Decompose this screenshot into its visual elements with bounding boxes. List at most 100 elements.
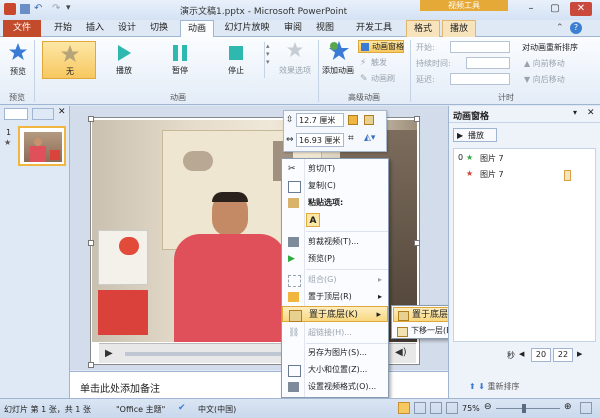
powerpoint-logo-icon[interactable] [4, 3, 16, 15]
slide-sorter-view-icon[interactable] [414, 402, 426, 414]
quick-access-dropdown-icon[interactable]: ▾ [66, 3, 71, 13]
menu-paste-options: 粘贴选项: [282, 195, 388, 211]
notes-pane[interactable]: 单击此处添加备注 [70, 371, 448, 398]
width-field[interactable]: 16.93 厘米 [296, 133, 344, 147]
duration-field[interactable] [466, 57, 510, 69]
zoom-out-icon[interactable]: ⊖ [484, 402, 492, 412]
tab-design[interactable]: 设计 [114, 20, 140, 37]
language-status[interactable]: 中文(中国) [198, 404, 236, 415]
outline-tab[interactable] [32, 108, 54, 120]
redo-icon[interactable]: ↷ [52, 3, 60, 14]
timeline-right-icon[interactable]: ▶ [577, 350, 582, 358]
animation-painter-button[interactable]: ✎ 动画刷 [358, 73, 404, 86]
tab-animations[interactable]: 动画 [180, 20, 214, 38]
resize-handle[interactable] [88, 116, 94, 122]
paste-keep-text-button[interactable]: A [306, 213, 320, 227]
crop-icon[interactable]: ⌗ [348, 133, 354, 144]
tab-developer[interactable]: 开发工具 [352, 20, 396, 37]
resize-handle[interactable] [414, 240, 420, 246]
tab-format[interactable]: 格式 [406, 20, 440, 37]
theme-status: "Office 主题" [116, 405, 166, 414]
effect-pause-button[interactable]: 暂停 [160, 41, 200, 79]
ribbon-minimize-icon[interactable]: ⌃ [556, 23, 566, 33]
add-animation-button[interactable]: 添加动画 [320, 40, 356, 90]
slideshow-view-icon[interactable] [446, 402, 458, 414]
move-earlier-button[interactable]: ▲ 向前移动 [524, 58, 565, 69]
animation-entry[interactable]: ★ 图片 7 [456, 169, 594, 181]
preview-label: 预览 [10, 67, 26, 76]
seconds-label[interactable]: 秒 [507, 350, 515, 361]
reorder-row: ⬆ ⬇ 重新排序 [469, 381, 520, 392]
preview-button[interactable]: 预览 [6, 42, 30, 90]
height-field[interactable]: 12.7 厘米 [296, 113, 344, 127]
menu-copy[interactable]: 复制(C) [282, 178, 388, 194]
menu-hyperlink[interactable]: ⛓ 超链接(H)... [282, 325, 388, 341]
menu-group[interactable]: 组合(G) ▸ [282, 272, 388, 288]
resize-handle[interactable] [88, 240, 94, 246]
resize-handle[interactable] [414, 116, 420, 122]
undo-icon[interactable]: ↶ [34, 3, 42, 14]
effect-stop-button[interactable]: 停止 [216, 41, 256, 79]
format-video-icon [288, 382, 299, 392]
close-panel-icon[interactable]: ✕ [58, 107, 66, 117]
reorder-label: 重新排序 [487, 382, 520, 391]
trigger-star-icon: ★ [466, 153, 474, 162]
menu-size-position[interactable]: 大小和位置(Z)... [282, 362, 388, 378]
slides-tab[interactable] [4, 108, 28, 120]
help-icon[interactable]: ? [570, 22, 582, 34]
tab-home[interactable]: 开始 [50, 20, 76, 37]
reading-view-icon[interactable] [430, 402, 442, 414]
bring-to-front-icon [288, 292, 299, 302]
move-later-button[interactable]: ▼ 向后移动 [524, 74, 565, 85]
minimize-button[interactable]: – [520, 2, 542, 16]
zoom-slider-thumb[interactable] [522, 404, 526, 413]
menu-trim-video[interactable]: 剪裁视频(T)... [282, 234, 388, 250]
menu-preview[interactable]: ▶ 预览(P) [282, 251, 388, 267]
tab-view[interactable]: 视图 [312, 20, 338, 37]
trigger-button[interactable]: ⚡ 触发 [358, 57, 404, 70]
move-up-icon[interactable]: ⬆ [469, 382, 476, 391]
tab-slideshow[interactable]: 幻灯片放映 [222, 20, 272, 37]
menu-send-to-back[interactable]: 置于底层(K) ▸ [282, 306, 388, 322]
send-backward-icon[interactable] [364, 115, 374, 125]
video-play-icon[interactable]: ▶ [105, 348, 113, 359]
normal-view-icon[interactable] [398, 402, 410, 414]
save-icon[interactable] [20, 4, 30, 14]
menu-save-as-picture[interactable]: 另存为图片(S)... [282, 345, 388, 361]
tab-review[interactable]: 审阅 [280, 20, 306, 37]
zoom-level[interactable]: 75% [462, 404, 480, 413]
pane-options-icon[interactable]: ▾ [573, 108, 577, 117]
volume-icon[interactable]: ◀) [395, 347, 407, 358]
shape-fill-icon[interactable]: ◭▾ [364, 133, 375, 143]
zoom-in-icon[interactable]: ⊕ [564, 402, 572, 412]
delay-field[interactable] [450, 73, 510, 85]
tab-transitions[interactable]: 切换 [146, 20, 172, 37]
move-down-icon[interactable]: ⬇ [478, 382, 485, 391]
menu-format-video[interactable]: 设置视频格式(O)... [282, 379, 388, 395]
timeline-left-icon[interactable]: ◀ [519, 350, 524, 358]
bring-forward-icon[interactable] [348, 115, 358, 125]
start-dropdown[interactable] [450, 41, 510, 53]
gallery-scroll[interactable]: ▴ ▾ ▾ [264, 42, 272, 78]
animation-entry[interactable]: 0 ★ 图片 7 [456, 153, 594, 165]
tab-file[interactable]: 文件 [3, 20, 41, 37]
resize-handle[interactable] [88, 362, 94, 368]
slide-thumbnail[interactable] [18, 126, 66, 166]
effect-options-button[interactable]: 效果选项 [276, 41, 314, 87]
menu-cut[interactable]: ✂ 剪切(T) [282, 161, 388, 177]
fit-to-window-icon[interactable] [580, 402, 592, 414]
pane-play-button[interactable]: ▶ 播放 [453, 128, 497, 142]
tab-playback[interactable]: 播放 [442, 20, 476, 37]
width-icon: ⇔ [286, 135, 294, 145]
tab-insert[interactable]: 插入 [82, 20, 108, 37]
animation-pane-toggle[interactable]: 动画窗格 [358, 40, 404, 53]
effect-none-button[interactable]: 无 [42, 41, 96, 79]
animation-pane-toggle-label: 动画窗格 [372, 42, 404, 51]
close-button[interactable]: ✕ [570, 2, 592, 16]
zoom-slider[interactable] [496, 408, 560, 409]
effect-play-button[interactable]: 播放 [104, 41, 144, 79]
maximize-button[interactable]: ▢ [544, 2, 566, 16]
menu-bring-to-front[interactable]: 置于顶层(R) ▸ [282, 289, 388, 305]
pane-close-icon[interactable]: ✕ [587, 108, 595, 118]
spell-check-icon[interactable]: ✔ [178, 403, 186, 413]
